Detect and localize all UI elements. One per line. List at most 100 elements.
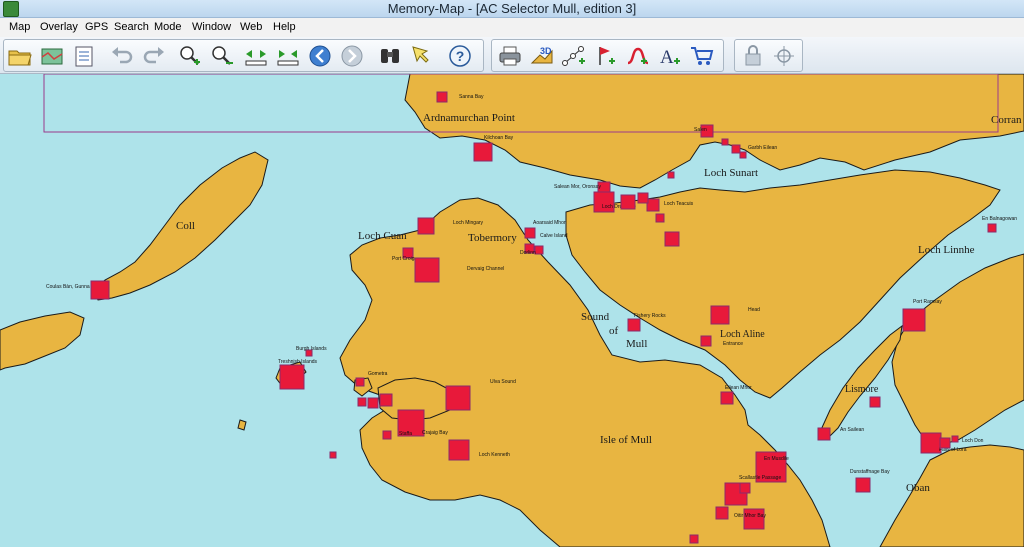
anchorage-marker[interactable] bbox=[279, 364, 305, 390]
label-loch-linnhe: Loch Linnhe bbox=[918, 244, 975, 256]
anchorage-marker[interactable] bbox=[329, 451, 337, 459]
anchorage-label: Head bbox=[748, 307, 760, 313]
chart-canvas[interactable]: Ardnamurchan Point Corran Coll Loch Cuan… bbox=[0, 74, 1024, 547]
anchorage-marker[interactable] bbox=[534, 245, 544, 255]
anchorage-marker[interactable] bbox=[473, 142, 493, 162]
text-icon[interactable]: A bbox=[656, 43, 684, 69]
label-loch-sunart: Loch Sunart bbox=[704, 167, 758, 179]
anchorage-marker[interactable] bbox=[382, 430, 392, 440]
anchorage-label: Loch Don bbox=[962, 438, 984, 444]
menu-overlay[interactable]: Overlay bbox=[38, 18, 80, 37]
anchorage-marker[interactable] bbox=[627, 318, 641, 332]
anchorage-marker[interactable] bbox=[414, 257, 440, 283]
anchorage-marker[interactable] bbox=[524, 227, 536, 239]
anchorage-label: Coulas Bàn, Gunna bbox=[46, 284, 90, 290]
zoom-out-icon[interactable] bbox=[208, 43, 236, 69]
anchorage-marker[interactable] bbox=[689, 534, 699, 544]
label-loch-aline: Loch Aline bbox=[720, 329, 765, 340]
help-icon[interactable]: ? bbox=[446, 43, 474, 69]
redo-icon[interactable] bbox=[140, 43, 168, 69]
menu-mode[interactable]: Mode bbox=[152, 18, 184, 37]
anchorage-marker[interactable] bbox=[664, 231, 680, 247]
scale-out-icon[interactable] bbox=[274, 43, 302, 69]
checklist-icon[interactable] bbox=[70, 43, 98, 69]
anchorage-label: Staffa bbox=[399, 431, 412, 437]
label-sound: Sound bbox=[581, 311, 610, 323]
anchorage-marker[interactable] bbox=[667, 171, 675, 179]
anchorage-marker[interactable] bbox=[637, 192, 649, 204]
anchorage-marker[interactable] bbox=[869, 396, 881, 408]
menu-map[interactable]: Map bbox=[7, 18, 32, 37]
menu-window[interactable]: Window bbox=[190, 18, 233, 37]
toolbar-group-main: ? bbox=[3, 39, 484, 72]
anchorage-marker[interactable] bbox=[620, 194, 636, 210]
3d-view-icon[interactable]: 3D bbox=[528, 43, 556, 69]
back-icon[interactable] bbox=[306, 43, 334, 69]
anchorage-marker[interactable] bbox=[448, 439, 470, 461]
anchorage-marker[interactable] bbox=[357, 397, 367, 407]
anchorage-marker[interactable] bbox=[739, 482, 751, 494]
anchorage-label: Dorlinn bbox=[520, 250, 536, 256]
anchorage-marker[interactable] bbox=[90, 280, 110, 300]
forward-icon[interactable] bbox=[338, 43, 366, 69]
anchorage-marker[interactable] bbox=[655, 213, 665, 223]
anchorage-marker[interactable] bbox=[721, 138, 729, 146]
zoom-in-icon[interactable] bbox=[176, 43, 204, 69]
anchorage-marker[interactable] bbox=[951, 435, 959, 443]
print-icon[interactable] bbox=[496, 43, 524, 69]
track-icon[interactable] bbox=[624, 43, 652, 69]
anchorage-marker[interactable] bbox=[817, 427, 831, 441]
anchorage-marker[interactable] bbox=[700, 335, 712, 347]
position-icon[interactable] bbox=[770, 43, 798, 69]
overlay-map-icon[interactable] bbox=[38, 43, 66, 69]
anchorage-label: Entrance bbox=[723, 341, 743, 347]
svg-text:A: A bbox=[660, 47, 674, 68]
anchorage-marker[interactable] bbox=[367, 397, 379, 409]
map-view[interactable]: Ardnamurchan Point Corran Coll Loch Cuan… bbox=[0, 74, 1024, 547]
anchorage-label: Dunstaffnage Bay bbox=[850, 469, 890, 475]
toolbar-group-tools: 3D A bbox=[491, 39, 724, 72]
lock-icon[interactable] bbox=[739, 43, 767, 69]
menu-web[interactable]: Web bbox=[238, 18, 264, 37]
mark-icon[interactable] bbox=[592, 43, 620, 69]
label-loch-cuan: Loch Cuan bbox=[358, 230, 407, 242]
anchorage-marker[interactable] bbox=[920, 432, 942, 454]
open-folder-icon[interactable] bbox=[6, 43, 34, 69]
anchorage-label: Dervaig Channel bbox=[467, 266, 504, 272]
undo-icon[interactable] bbox=[108, 43, 136, 69]
anchorage-marker[interactable] bbox=[715, 506, 729, 520]
anchorage-marker[interactable] bbox=[743, 508, 765, 530]
anchorage-marker[interactable] bbox=[939, 437, 951, 449]
anchorage-marker[interactable] bbox=[417, 217, 435, 235]
anchorage-label: En Balnagowan bbox=[982, 216, 1017, 222]
anchorage-marker[interactable] bbox=[436, 91, 448, 103]
anchorage-marker[interactable] bbox=[379, 393, 393, 407]
shop-icon[interactable] bbox=[688, 43, 716, 69]
anchorage-label: Loch Teacuis bbox=[664, 201, 694, 207]
label-mull: Mull bbox=[626, 338, 647, 350]
anchorage-marker[interactable] bbox=[355, 377, 365, 387]
label-tobermory: Tobermory bbox=[468, 232, 517, 244]
anchorage-marker[interactable] bbox=[987, 223, 997, 233]
anchorage-marker[interactable] bbox=[445, 385, 471, 411]
svg-text:?: ? bbox=[456, 48, 465, 64]
binoculars-icon[interactable] bbox=[376, 43, 404, 69]
anchorage-marker[interactable] bbox=[710, 305, 730, 325]
anchorage-label: Eilean Mhor bbox=[725, 385, 752, 391]
route-icon[interactable] bbox=[560, 43, 588, 69]
select-pointer-icon[interactable] bbox=[408, 43, 436, 69]
anchorage-label: Garbh Eilean bbox=[748, 145, 777, 151]
anchorage-marker[interactable] bbox=[739, 151, 747, 159]
menu-gps[interactable]: GPS bbox=[83, 18, 110, 37]
toolbar: ? 3D A bbox=[0, 37, 1024, 74]
anchorage-marker[interactable] bbox=[731, 144, 741, 154]
scale-in-icon[interactable] bbox=[242, 43, 270, 69]
label-coll: Coll bbox=[176, 220, 195, 232]
anchorage-marker[interactable] bbox=[720, 391, 734, 405]
anchorage-marker[interactable] bbox=[855, 477, 871, 493]
anchorage-marker[interactable] bbox=[902, 308, 926, 332]
menu-search[interactable]: Search bbox=[112, 18, 151, 37]
label-oban: Oban bbox=[906, 482, 930, 494]
anchorage-marker[interactable] bbox=[646, 198, 660, 212]
menu-help[interactable]: Help bbox=[271, 18, 298, 37]
